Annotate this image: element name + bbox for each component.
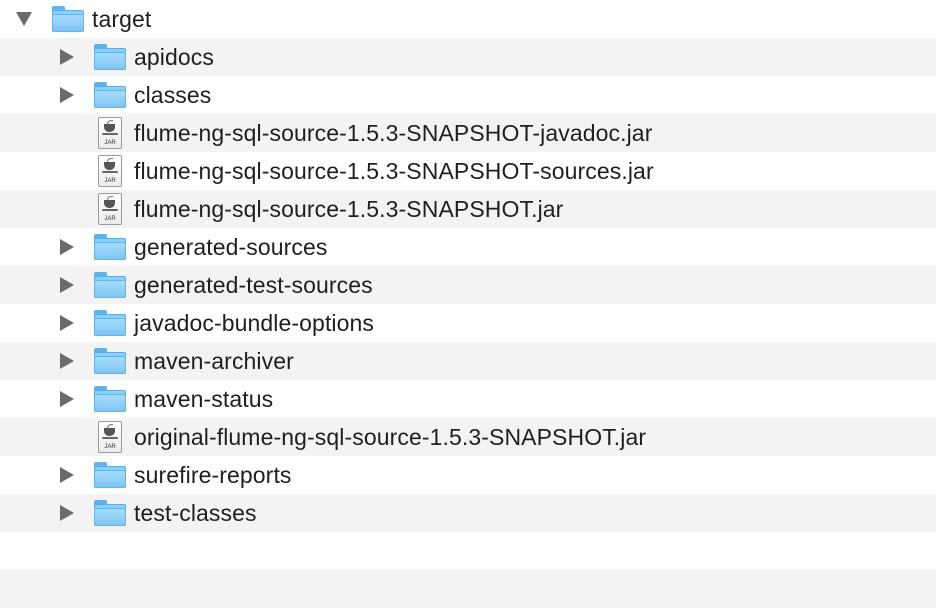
tree-row-label: test-classes bbox=[134, 500, 257, 526]
tree-row[interactable]: JAR flume-ng-sql-source-1.5.3-SNAPSHOT-so… bbox=[0, 152, 936, 190]
tree-row[interactable]: generated-sources bbox=[0, 228, 936, 266]
folder-icon bbox=[52, 6, 84, 32]
tree-row-root[interactable]: target bbox=[0, 0, 936, 38]
disclosure-triangle-right-icon[interactable] bbox=[60, 315, 74, 331]
tree-row[interactable]: maven-status bbox=[0, 380, 936, 418]
disclosure-triangle-right-icon[interactable] bbox=[60, 49, 74, 65]
tree-row[interactable]: JAR original-flume-ng-sql-source-1.5.3-SN… bbox=[0, 418, 936, 456]
folder-icon bbox=[94, 310, 126, 336]
jar-file-icon: JAR bbox=[98, 117, 122, 149]
disclosure-triangle-right-icon[interactable] bbox=[60, 353, 74, 369]
jar-file-icon: JAR bbox=[98, 155, 122, 187]
folder-icon bbox=[94, 44, 126, 70]
file-tree: target apidocs classes JAR flume-ng-sql-sou… bbox=[0, 0, 936, 608]
disclosure-triangle-down-icon[interactable] bbox=[16, 12, 32, 26]
tree-row-label: classes bbox=[134, 82, 212, 108]
tree-row[interactable]: JAR flume-ng-sql-source-1.5.3-SNAPSHOT-ja… bbox=[0, 114, 936, 152]
tree-row[interactable]: generated-test-sources bbox=[0, 266, 936, 304]
tree-row-label: javadoc-bundle-options bbox=[134, 310, 375, 336]
tree-row[interactable]: surefire-reports bbox=[0, 456, 936, 494]
tree-row[interactable]: apidocs bbox=[0, 38, 936, 76]
disclosure-triangle-right-icon[interactable] bbox=[60, 467, 74, 483]
folder-icon bbox=[94, 462, 126, 488]
tree-row-label: target bbox=[92, 6, 152, 32]
tree-row[interactable]: classes bbox=[0, 76, 936, 114]
tree-row[interactable]: javadoc-bundle-options bbox=[0, 304, 936, 342]
tree-row-label: maven-status bbox=[134, 386, 274, 412]
folder-icon bbox=[94, 272, 126, 298]
tree-row[interactable]: maven-archiver bbox=[0, 342, 936, 380]
tree-row-label: flume-ng-sql-source-1.5.3-SNAPSHOT.jar bbox=[134, 196, 564, 222]
tree-row-label: original-flume-ng-sql-source-1.5.3-SNAPS… bbox=[134, 424, 647, 450]
folder-icon bbox=[94, 386, 126, 412]
disclosure-triangle-right-icon[interactable] bbox=[60, 239, 74, 255]
tree-row[interactable]: test-classes bbox=[0, 494, 936, 532]
disclosure-triangle-right-icon[interactable] bbox=[60, 505, 74, 521]
folder-icon bbox=[94, 234, 126, 260]
disclosure-triangle-right-icon[interactable] bbox=[60, 391, 74, 407]
disclosure-triangle-right-icon[interactable] bbox=[60, 277, 74, 293]
tree-row-label: apidocs bbox=[134, 44, 214, 70]
tree-row-label: flume-ng-sql-source-1.5.3-SNAPSHOT-sourc… bbox=[134, 158, 654, 184]
tree-row[interactable]: JAR flume-ng-sql-source-1.5.3-SNAPSHOT.ja… bbox=[0, 190, 936, 228]
tree-row-label: flume-ng-sql-source-1.5.3-SNAPSHOT-javad… bbox=[134, 120, 653, 146]
tree-row-label: surefire-reports bbox=[134, 462, 292, 488]
jar-file-icon: JAR bbox=[98, 421, 122, 453]
disclosure-triangle-right-icon[interactable] bbox=[60, 87, 74, 103]
tree-row-label: maven-archiver bbox=[134, 348, 294, 374]
folder-icon bbox=[94, 500, 126, 526]
empty-row bbox=[0, 532, 936, 570]
folder-icon bbox=[94, 82, 126, 108]
folder-icon bbox=[94, 348, 126, 374]
tree-row-label: generated-test-sources bbox=[134, 272, 373, 298]
jar-file-icon: JAR bbox=[98, 193, 122, 225]
tree-row-label: generated-sources bbox=[134, 234, 328, 260]
